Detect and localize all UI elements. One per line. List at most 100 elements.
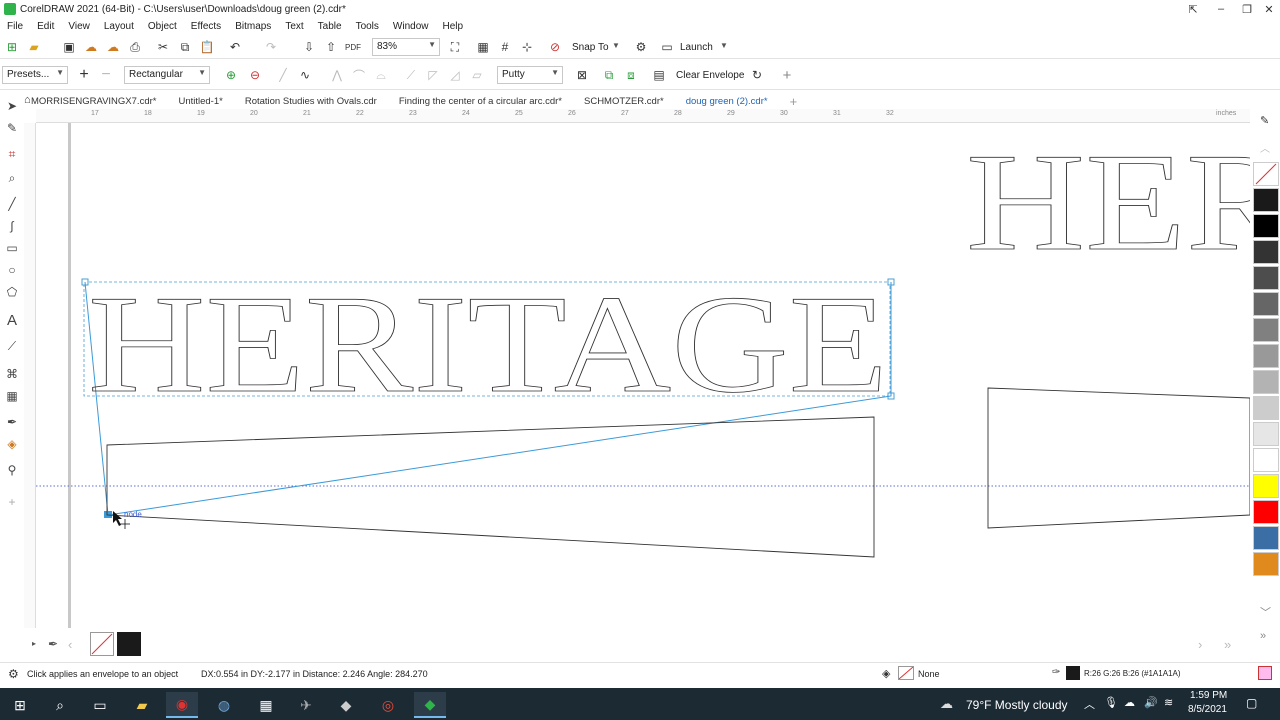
expand-palette-icon[interactable]: » [1260, 630, 1266, 642]
to-curve-icon[interactable]: ∿ [296, 66, 314, 84]
paste-icon[interactable]: 📋 [198, 38, 216, 56]
color-swatch[interactable] [1253, 448, 1279, 472]
color-swatch[interactable] [1253, 396, 1279, 420]
color-swatch[interactable] [1253, 526, 1279, 550]
eyedropper-icon[interactable]: ✎ [1260, 114, 1269, 127]
chrome-icon[interactable]: ◎ [372, 692, 404, 718]
menu-help[interactable]: Help [436, 21, 471, 32]
windows-start-icon[interactable]: ⊞ [4, 692, 36, 718]
no-color-swatch[interactable] [90, 632, 114, 656]
add-preset-icon[interactable]: + [75, 66, 93, 84]
tab-document[interactable]: Untitled-1* [167, 96, 233, 107]
color-swatch[interactable] [1253, 500, 1279, 524]
menu-text[interactable]: Text [278, 21, 310, 32]
zoom-level-select[interactable]: 83% ▼ [372, 38, 440, 56]
smooth-node-icon[interactable]: ⌒ [350, 66, 368, 84]
remove-preset-icon[interactable]: − [97, 66, 115, 84]
coreldraw-taskbar-icon[interactable]: ◉ [166, 692, 198, 718]
pick-tool-icon[interactable]: ➤ [4, 98, 20, 114]
menu-file[interactable]: File [0, 21, 30, 32]
launch-button[interactable]: Launch [680, 42, 713, 53]
import-icon[interactable]: ⇩ [300, 38, 318, 56]
presets-select[interactable]: Presets... ▼ [2, 66, 68, 84]
add-node-icon[interactable]: ⊕ [222, 66, 240, 84]
scroll-down-icon[interactable]: ﹀ [1260, 604, 1271, 620]
color-swatch[interactable] [1253, 214, 1279, 238]
eyedropper-tool-icon[interactable]: ✒ [4, 414, 20, 430]
color-swatch[interactable] [1253, 266, 1279, 290]
smart-fill-tool-icon[interactable]: ⚲ [4, 462, 20, 478]
menu-layout[interactable]: Layout [97, 21, 141, 32]
envelope-unconstrained-icon[interactable]: ▱ [468, 66, 486, 84]
rectangle-tool-icon[interactable]: ▭ [4, 240, 20, 256]
color-swatch[interactable] [117, 632, 141, 656]
save-icon[interactable]: ▣ [60, 38, 78, 56]
publish-pdf-icon[interactable]: PDF [344, 38, 362, 56]
menu-window[interactable]: Window [386, 21, 436, 32]
interactive-fill-tool-icon[interactable]: ◈ [4, 436, 20, 452]
tab-document[interactable]: SCHMOTZER.cdr* [573, 96, 675, 107]
undo-icon[interactable]: ↶ [226, 38, 244, 56]
cloud-icon[interactable]: ☁ [1124, 696, 1135, 709]
color-swatch[interactable] [1253, 344, 1279, 368]
color-proof-icon[interactable] [1258, 666, 1272, 680]
create-envelope-from-icon[interactable]: ⧈ [622, 66, 640, 84]
menu-bitmaps[interactable]: Bitmaps [228, 21, 278, 32]
show-guidelines-icon[interactable]: ⊹ [518, 38, 536, 56]
clear-envelope-icon[interactable]: ▤ [650, 66, 668, 84]
color-swatch[interactable] [1253, 240, 1279, 264]
scroll-left-icon[interactable]: ‹ [68, 637, 72, 652]
shape-tool-icon[interactable]: ✎ [4, 120, 20, 136]
notifications-icon[interactable]: ▢ [1246, 696, 1257, 710]
polygon-tool-icon[interactable]: ⬠ [4, 284, 20, 300]
color-swatch[interactable] [1253, 292, 1279, 316]
weather-text[interactable]: 79°F Mostly cloudy [966, 698, 1068, 712]
snap-off-icon[interactable]: ⊘ [546, 38, 564, 56]
chevron-down-icon[interactable]: ▼ [720, 41, 728, 50]
gear-icon[interactable]: ⚙ [8, 667, 19, 681]
weather-cloud-icon[interactable]: ☁ [940, 696, 953, 712]
print-icon[interactable]: ⎙ [126, 38, 144, 56]
copy-icon[interactable]: ⧉ [176, 38, 194, 56]
tab-document[interactable]: MORRISENGRAVINGX7.cdr* [20, 96, 167, 107]
file-explorer-icon[interactable]: ▰ [126, 692, 158, 718]
menu-edit[interactable]: Edit [30, 21, 61, 32]
keep-lines-icon[interactable]: ⊠ [573, 66, 591, 84]
menu-object[interactable]: Object [141, 21, 184, 32]
horizontal-ruler[interactable]: 17 18 19 20 21 22 23 24 25 26 27 28 29 3… [36, 109, 1250, 123]
menu-effects[interactable]: Effects [184, 21, 228, 32]
options-gear-icon[interactable]: ⚙ [632, 38, 650, 56]
coreldraw-active-icon[interactable]: ◆ [414, 692, 446, 718]
no-color-swatch[interactable] [1253, 162, 1279, 186]
menu-tools[interactable]: Tools [349, 21, 386, 32]
add-tool-icon[interactable]: + [778, 66, 796, 84]
symmetric-node-icon[interactable]: ⌓ [372, 66, 390, 84]
freehand-tool-icon[interactable]: ╱ [4, 196, 20, 212]
chevron-down-icon[interactable]: ▼ [612, 41, 620, 50]
color-swatch[interactable] [1253, 188, 1279, 212]
eyedropper-icon[interactable]: ✒ [48, 637, 58, 651]
to-line-icon[interactable]: ╱ [274, 66, 292, 84]
envelope-straight-icon[interactable]: ⟋ [402, 66, 420, 84]
palette-arrow-icon[interactable]: ▸ [32, 639, 36, 648]
tab-document[interactable]: Finding the center of a circular arc.cdr… [388, 96, 573, 107]
drawing-canvas[interactable]: HERITAGE HER node [36, 123, 1250, 628]
color-swatch[interactable] [1253, 474, 1279, 498]
ellipse-tool-icon[interactable]: ○ [4, 262, 20, 278]
app-taskbar-icon[interactable]: ◆ [330, 692, 362, 718]
menu-view[interactable]: View [61, 21, 97, 32]
volume-icon[interactable]: 🔊 [1144, 696, 1158, 709]
expand-icon[interactable]: » [1224, 637, 1231, 652]
parallel-dimension-tool-icon[interactable]: ⟋ [4, 338, 20, 354]
color-swatch[interactable] [1253, 422, 1279, 446]
cloud-open-icon[interactable]: ☁ [82, 38, 100, 56]
full-screen-icon[interactable]: ⛶ [446, 38, 464, 56]
task-view-icon[interactable]: ▭ [84, 692, 116, 718]
crop-tool-icon[interactable]: ⌗ [4, 146, 20, 162]
envelope-single-arc-icon[interactable]: ◸ [424, 66, 442, 84]
show-grid-icon[interactable]: # [496, 38, 514, 56]
outline-pen-icon[interactable]: ✑ [1052, 667, 1060, 678]
vertical-ruler[interactable] [24, 123, 36, 628]
fill-icon[interactable]: ◈ [882, 667, 890, 680]
app-taskbar-icon[interactable]: ◍ [208, 692, 240, 718]
